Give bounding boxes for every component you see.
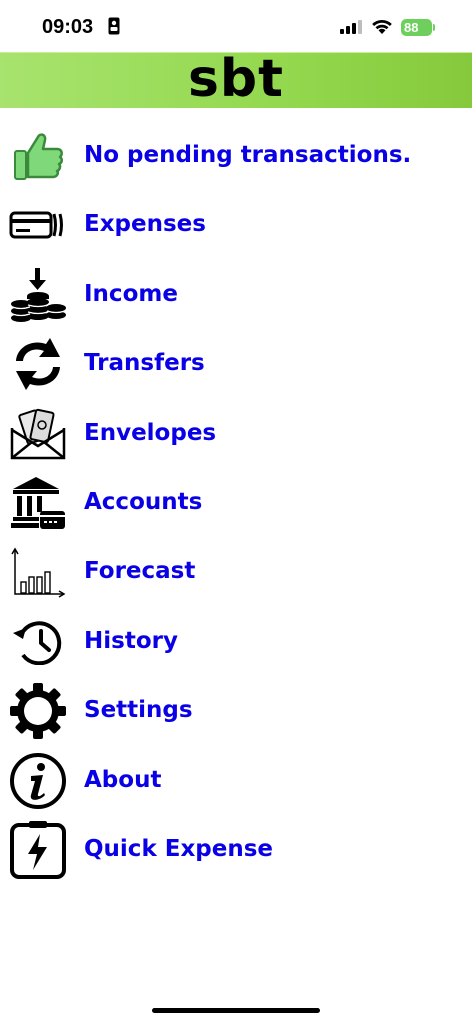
menu-label: Expenses: [84, 211, 206, 238]
menu-label: Accounts: [84, 488, 203, 515]
wifi-icon: [372, 19, 392, 34]
credit-cards-icon: [8, 195, 68, 255]
menu-item-forecast[interactable]: Forecast: [0, 537, 472, 606]
menu-item-quick-expense[interactable]: Quick Expense: [0, 815, 472, 884]
money-envelope-icon: [8, 404, 68, 464]
battery-indicator: 88: [401, 19, 432, 36]
gear-icon: [8, 681, 68, 741]
menu-item-transfers[interactable]: Transfers: [0, 329, 472, 398]
menu-item-settings[interactable]: Settings: [0, 676, 472, 745]
info-icon: [8, 751, 68, 811]
menu-label: History: [84, 627, 178, 654]
status-bar: 09:03 88: [0, 0, 472, 52]
menu-item-envelopes[interactable]: Envelopes: [0, 399, 472, 468]
app-header: sbt: [0, 52, 472, 108]
transfer-arrows-icon: [8, 334, 68, 394]
id-card-icon: [108, 17, 120, 35]
menu-label: Envelopes: [84, 419, 217, 446]
status-time: 09:03: [42, 16, 94, 38]
menu-label: About: [84, 766, 162, 793]
home-indicator[interactable]: [152, 1008, 320, 1013]
bar-chart-icon: [8, 542, 68, 602]
menu-item-about[interactable]: About: [0, 746, 472, 815]
menu-item-income[interactable]: Income: [0, 260, 472, 329]
menu-item-history[interactable]: History: [0, 607, 472, 676]
menu-label: Income: [84, 280, 178, 307]
menu-label: Settings: [84, 697, 193, 724]
cellular-signal-icon: [340, 20, 362, 34]
battery-level: 88: [404, 20, 419, 35]
main-menu: No pending transactions. Expenses Income…: [0, 121, 472, 884]
bank-icon: [8, 473, 68, 533]
thumbs-up-icon: [8, 126, 68, 186]
app-title: sbt: [187, 49, 285, 109]
menu-label: Transfers: [84, 350, 205, 377]
quick-expense-bolt-icon: [8, 820, 68, 880]
battery-nub: [433, 24, 435, 31]
coins-download-icon: [8, 265, 68, 325]
menu-label: Quick Expense: [84, 835, 274, 862]
menu-label: No pending transactions.: [84, 142, 412, 168]
history-clock-icon: [8, 612, 68, 672]
menu-label: Forecast: [84, 558, 196, 585]
menu-item-pending-transactions[interactable]: No pending transactions.: [0, 121, 472, 190]
menu-item-accounts[interactable]: Accounts: [0, 468, 472, 537]
menu-item-expenses[interactable]: Expenses: [0, 190, 472, 259]
